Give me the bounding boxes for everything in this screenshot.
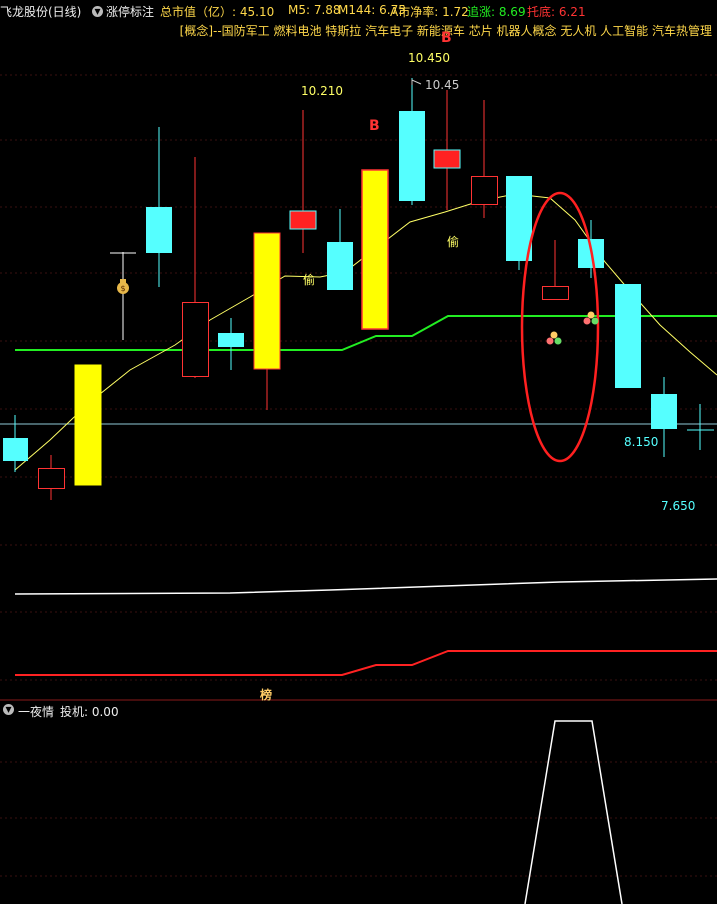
speculation-value: 投机: 0.00 — [60, 705, 119, 719]
high-label-1: 10.210 — [301, 84, 343, 98]
money-bag-icon: $ — [117, 279, 129, 294]
candle — [146, 207, 172, 253]
candle — [182, 302, 209, 377]
chart-canvas[interactable]: $ — [0, 0, 717, 904]
buy-marker-2: B — [441, 30, 452, 46]
candle — [3, 438, 28, 461]
triple-dot-icon — [583, 311, 599, 325]
tou-marker-1: 偷 — [303, 273, 316, 287]
candle — [615, 284, 641, 388]
peak-marker — [411, 79, 422, 85]
candlesticks — [3, 78, 714, 500]
svg-text:$: $ — [120, 284, 125, 293]
candle — [74, 364, 102, 486]
sub-indicator-name[interactable]: 一夜情 — [18, 703, 54, 720]
buy-marker-1: B — [369, 118, 380, 134]
candle — [542, 286, 569, 300]
bang-marker: 榜 — [260, 688, 273, 702]
triple-dot-icon — [546, 331, 562, 345]
candle — [433, 149, 461, 169]
high-label-2: 10.450 — [408, 51, 450, 65]
tou-marker-2: 偷 — [447, 235, 460, 249]
candle — [651, 394, 677, 429]
candle — [399, 111, 425, 201]
low-label-2: 7.650 — [661, 499, 696, 513]
candle — [218, 333, 244, 347]
low-label-1: 8.150 — [624, 435, 659, 449]
white-line — [14, 578, 717, 595]
candle — [327, 242, 353, 290]
candle — [361, 169, 389, 330]
candle — [38, 468, 65, 489]
sub-grid — [0, 761, 717, 877]
high-marker-label: 10.45 — [425, 78, 460, 92]
candle — [289, 210, 317, 230]
candle — [253, 232, 281, 370]
red-line — [15, 650, 717, 676]
speculation-line — [524, 720, 623, 904]
candle — [471, 176, 498, 205]
highlight-ellipse — [520, 191, 600, 463]
